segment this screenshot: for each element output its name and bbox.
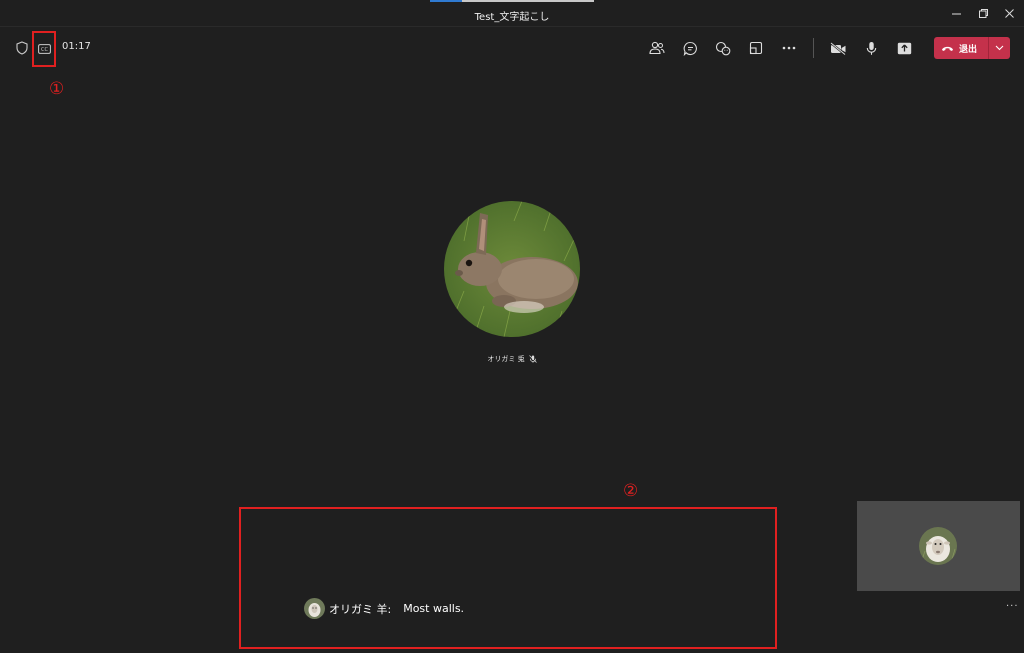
self-avatar <box>919 527 957 565</box>
meeting-info-button[interactable] <box>15 40 29 56</box>
participant-name: オリガミ 兎 <box>487 355 525 363</box>
minimize-button[interactable] <box>946 4 966 22</box>
toolbar-divider <box>813 38 814 58</box>
chevron-down-icon <box>995 45 1004 51</box>
captions-highlight-box <box>239 507 777 649</box>
tile-more-options[interactable]: ... <box>1006 598 1019 609</box>
rooms-icon <box>749 41 763 55</box>
caption-text: Most walls. <box>403 602 465 615</box>
share-content-button[interactable] <box>893 37 915 59</box>
title-accent <box>462 0 594 2</box>
camera-off-icon <box>829 41 846 55</box>
restore-icon <box>978 8 988 18</box>
chat-icon <box>683 41 697 56</box>
chat-button[interactable] <box>679 37 701 59</box>
annotation-marker-2: ② <box>623 481 639 501</box>
self-video-tile[interactable] <box>857 501 1020 591</box>
more-icon <box>782 46 796 50</box>
participants-button[interactable] <box>646 37 668 59</box>
meeting-toolbar: CC 01:17 退出 <box>0 28 1024 67</box>
leave-main[interactable]: 退出 <box>934 37 988 59</box>
hang-up-icon <box>942 46 953 51</box>
annotation-marker-1: ① <box>49 79 65 99</box>
leave-options-button[interactable] <box>989 37 1010 59</box>
rooms-button[interactable] <box>745 37 767 59</box>
participant-avatar <box>444 201 580 337</box>
minimize-icon <box>951 13 961 14</box>
close-icon <box>1004 8 1014 18</box>
more-actions-button[interactable] <box>778 37 800 59</box>
camera-toggle-button[interactable] <box>827 37 849 59</box>
reactions-button[interactable] <box>712 37 734 59</box>
meeting-timer: 01:17 <box>62 41 91 52</box>
share-icon <box>897 42 911 54</box>
leave-button[interactable]: 退出 <box>934 37 1010 59</box>
rabbit-photo-icon <box>444 201 580 337</box>
reactions-icon <box>715 41 731 55</box>
caption-speaker-name: オリガミ 羊: <box>329 602 392 616</box>
leave-label: 退出 <box>959 44 978 55</box>
window-title: Test_文字起こし <box>474 12 550 23</box>
caption-speaker-avatar <box>304 598 325 619</box>
microphone-toggle-button[interactable] <box>860 37 882 59</box>
title-accent <box>430 0 462 2</box>
title-bar: Test_文字起こし <box>0 0 1024 27</box>
live-captions-button[interactable]: CC <box>32 31 56 67</box>
sheep-photo-icon <box>304 598 325 619</box>
close-button[interactable] <box>999 4 1019 22</box>
mic-icon <box>866 41 876 55</box>
sheep-photo-icon <box>919 527 957 565</box>
participant-name-tag: オリガミ 兎 <box>462 354 562 364</box>
shield-icon <box>16 41 28 55</box>
people-icon <box>649 41 665 55</box>
mic-muted-icon <box>528 355 537 363</box>
svg-text:CC: CC <box>41 47 48 53</box>
restore-button[interactable] <box>973 4 993 22</box>
closed-captions-icon: CC <box>37 44 51 54</box>
live-caption: オリガミ 羊: Most walls. <box>304 598 464 619</box>
